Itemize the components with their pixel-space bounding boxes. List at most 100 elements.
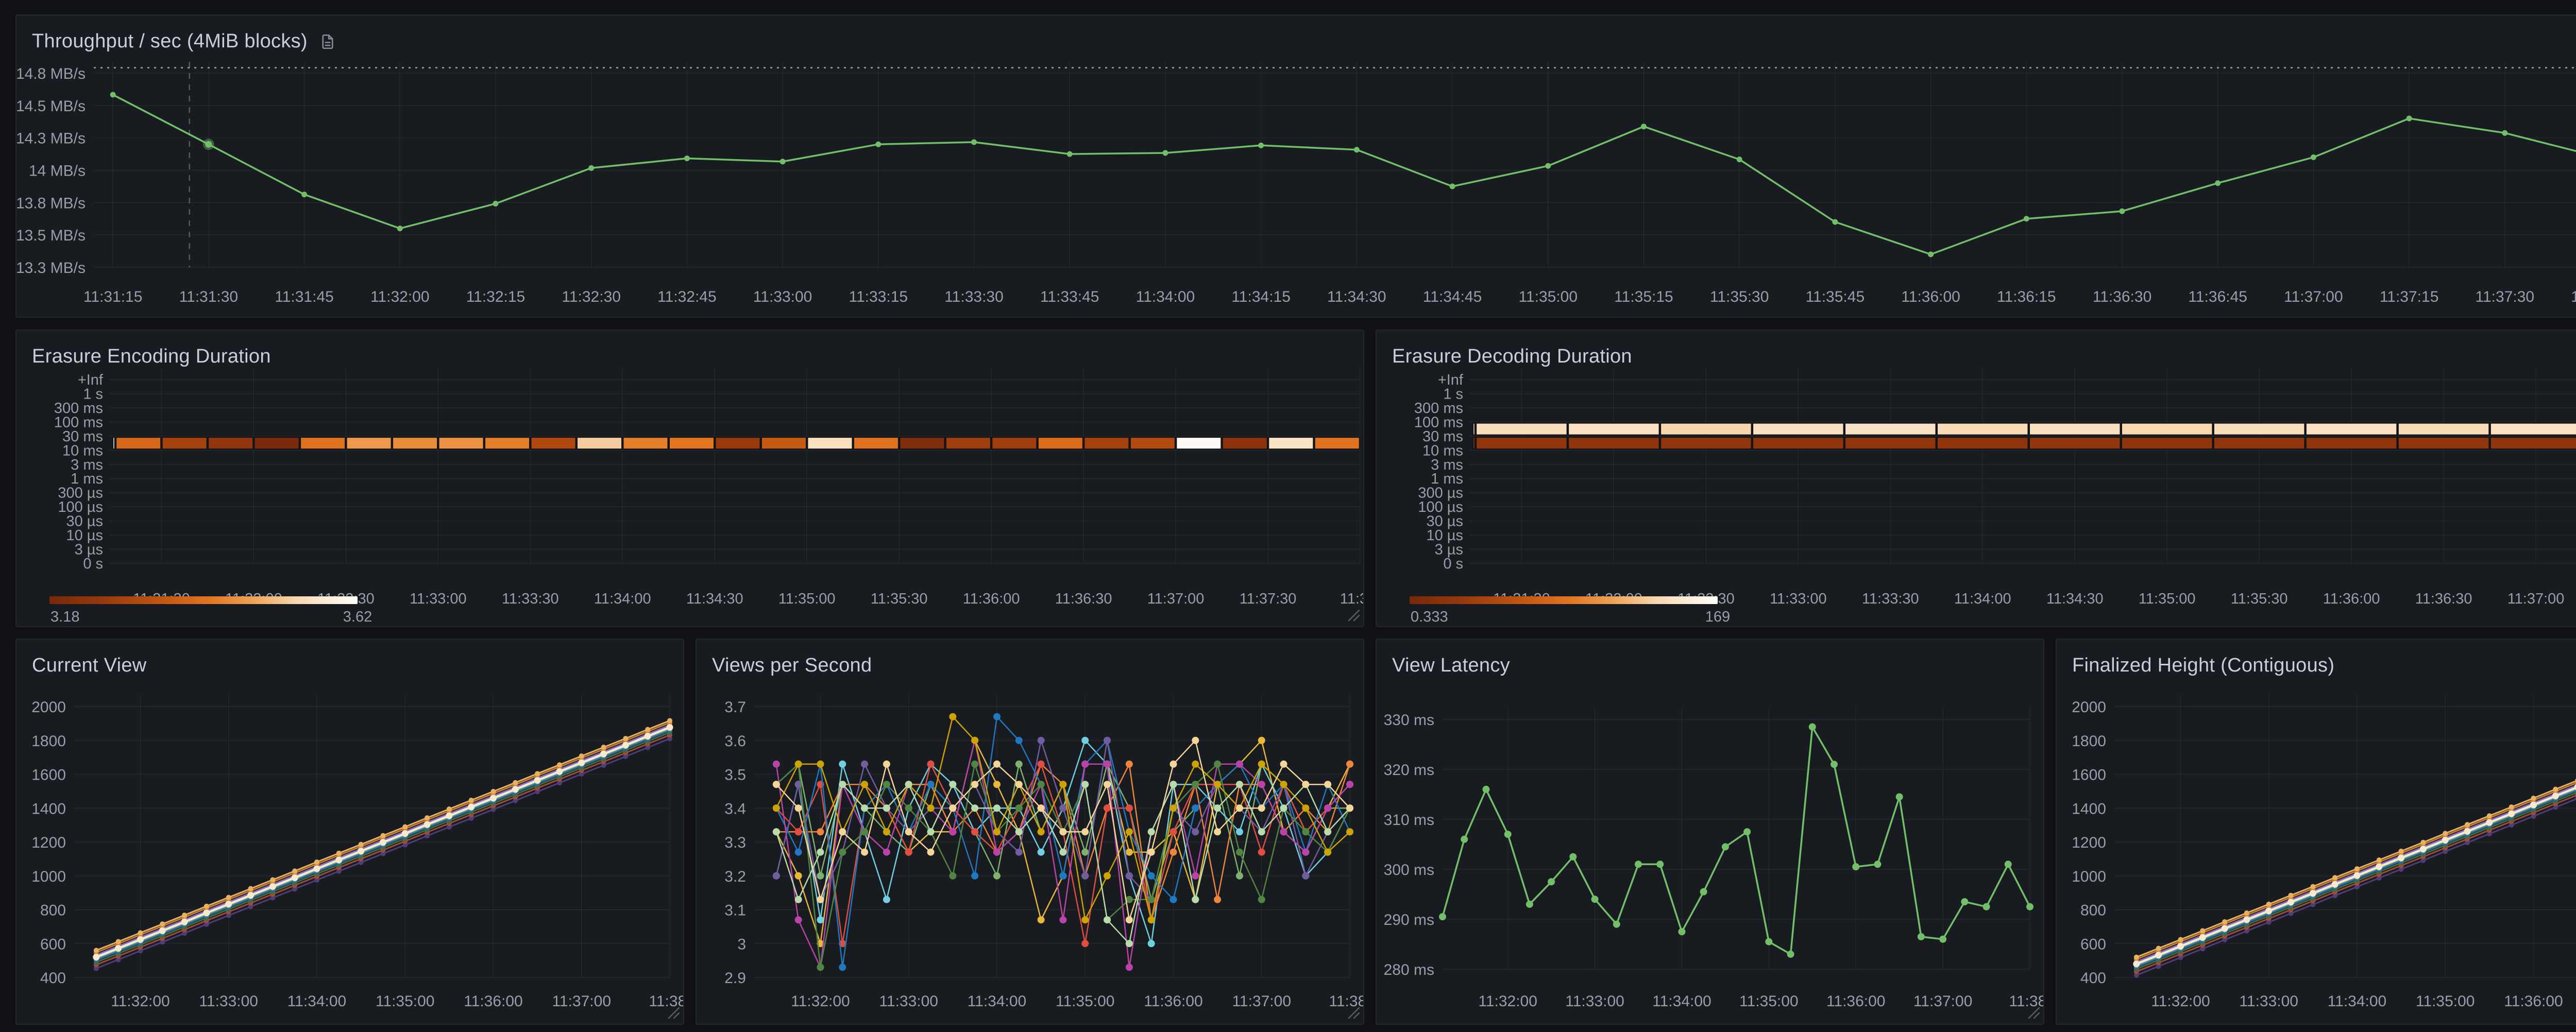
svg-text:11:37:30: 11:37:30	[1240, 591, 1297, 607]
color-gradient-bar	[49, 596, 358, 604]
panel-resize-handle[interactable]	[1347, 608, 1360, 624]
svg-text:600: 600	[2080, 936, 2106, 953]
panel-title[interactable]: Erasure Encoding Duration	[32, 346, 271, 368]
svg-text:11:34:30: 11:34:30	[686, 591, 743, 607]
erasure-encoding-heatmap[interactable]: +Inf1 s300 ms100 ms30 ms10 ms3 ms1 ms300…	[16, 331, 1364, 627]
x-axis: 11:31:1511:31:3011:31:4511:32:0011:32:15…	[83, 62, 2576, 305]
svg-text:1200: 1200	[31, 834, 66, 851]
panel-header[interactable]: Erasure Decoding Duration	[1377, 331, 2576, 375]
svg-text:3.4: 3.4	[724, 800, 746, 817]
y-axis: +Inf1 s300 ms100 ms30 ms10 ms3 ms1 ms300…	[1414, 372, 2576, 572]
svg-text:11:35:30: 11:35:30	[871, 591, 928, 607]
svg-text:11:35:00: 11:35:00	[2416, 993, 2475, 1010]
svg-text:11:34:00: 11:34:00	[594, 591, 651, 607]
legend-min-value: 0.333	[1411, 609, 1448, 626]
svg-text:11:37:00: 11:37:00	[2284, 288, 2343, 305]
series-node-9	[94, 736, 672, 971]
svg-text:600: 600	[40, 936, 66, 953]
svg-text:11:38:: 11:38:	[1340, 591, 1364, 607]
series-node-9	[773, 761, 1353, 971]
plot-area[interactable]	[1439, 724, 2033, 958]
svg-text:11:37:30: 11:37:30	[2476, 288, 2535, 305]
svg-text:11:31:45: 11:31:45	[275, 288, 334, 305]
svg-text:11:36:00: 11:36:00	[1901, 288, 1960, 305]
heatmap-cells[interactable]	[113, 437, 1360, 449]
svg-text:280 ms: 280 ms	[1384, 961, 1434, 978]
svg-text:1200: 1200	[2072, 834, 2106, 851]
plot-area[interactable]	[93, 718, 673, 971]
panel-resize-handle[interactable]	[1347, 1006, 1360, 1022]
svg-text:11:32:45: 11:32:45	[657, 288, 717, 305]
plot-area[interactable]	[2133, 725, 2576, 978]
svg-text:1800: 1800	[31, 733, 66, 750]
svg-text:11:33:30: 11:33:30	[1862, 591, 1919, 607]
views-per-second-chart[interactable]: 3.73.63.53.43.33.23.132.911:32:0011:33:0…	[697, 640, 1364, 1025]
panel-header[interactable]: Views per Second	[697, 640, 1363, 684]
panel-title[interactable]: Erasure Decoding Duration	[1392, 346, 1632, 368]
panel-title[interactable]: Views per Second	[712, 655, 872, 677]
panel-header[interactable]: Throughput / sec (4MiB blocks)	[16, 15, 2576, 60]
series-node-2	[94, 718, 672, 953]
panel-title[interactable]: View Latency	[1392, 655, 1510, 677]
svg-text:11:34:45: 11:34:45	[1423, 288, 1482, 305]
svg-text:11:35:00: 11:35:00	[376, 993, 435, 1010]
y-axis: 14.8 MB/s14.5 MB/s14.3 MB/s14 MB/s13.8 M…	[16, 65, 2576, 277]
panel-title[interactable]: Throughput / sec (4MiB blocks)	[32, 31, 308, 53]
plot-area[interactable]	[94, 62, 2576, 267]
svg-text:11:34:00: 11:34:00	[287, 993, 347, 1010]
svg-text:11:33:30: 11:33:30	[944, 288, 1004, 305]
current-view-chart[interactable]: 20001800160014001200100080060040011:32:0…	[16, 640, 684, 1025]
panel-resize-handle[interactable]	[667, 1006, 680, 1022]
svg-text:300 ms: 300 ms	[1384, 862, 1434, 879]
series-view-latency	[1439, 724, 2033, 958]
throughput-chart[interactable]: 14.8 MB/s14.5 MB/s14.3 MB/s14 MB/s13.8 M…	[16, 15, 2576, 318]
svg-text:11:37:00: 11:37:00	[552, 993, 611, 1010]
svg-text:3.1: 3.1	[724, 902, 746, 919]
legend-max-value: 3.62	[321, 609, 394, 626]
svg-text:11:35:00: 11:35:00	[2139, 591, 2196, 607]
svg-text:11:35:00: 11:35:00	[778, 591, 836, 607]
panel-header[interactable]: View Latency	[1377, 640, 2043, 684]
svg-text:11:36:30: 11:36:30	[1055, 591, 1112, 607]
svg-text:11:37:45: 11:37:45	[2571, 288, 2576, 305]
svg-text:11:33:00: 11:33:00	[879, 993, 938, 1010]
panel-header[interactable]: Finalized Height (Contiguous)	[2057, 640, 2576, 684]
svg-text:11:32:00: 11:32:00	[1478, 993, 1537, 1010]
svg-text:11:37:00: 11:37:00	[2507, 591, 2565, 607]
svg-text:11:34:30: 11:34:30	[2046, 591, 2104, 607]
panel-title[interactable]: Current View	[32, 655, 147, 677]
svg-text:3.5: 3.5	[724, 767, 746, 784]
svg-text:400: 400	[2080, 970, 2106, 987]
panel-title[interactable]: Finalized Height (Contiguous)	[2072, 655, 2334, 677]
series-throughput	[110, 92, 2576, 257]
panel-current-view: Current View 200018001600140012001000800…	[15, 639, 684, 1025]
svg-text:800: 800	[40, 902, 66, 919]
svg-text:11:33:30: 11:33:30	[502, 591, 559, 607]
svg-text:11:36:00: 11:36:00	[2504, 993, 2563, 1010]
svg-text:11:35:15: 11:35:15	[1614, 288, 1673, 305]
panel-erasure-encoding-duration: Erasure Encoding Duration +Inf1 s300 ms1…	[15, 330, 1364, 627]
svg-text:11:36:00: 11:36:00	[464, 993, 523, 1010]
svg-text:1000: 1000	[31, 868, 66, 885]
svg-text:11:31:15: 11:31:15	[83, 288, 143, 305]
svg-text:11:37:00: 11:37:00	[1147, 591, 1205, 607]
panel-header[interactable]: Erasure Encoding Duration	[16, 331, 1363, 375]
view-latency-chart[interactable]: 330 ms320 ms310 ms300 ms290 ms280 ms11:3…	[1377, 640, 2044, 1025]
highlighted-point	[205, 141, 212, 148]
svg-text:11:34:00: 11:34:00	[1136, 288, 1195, 305]
panel-description-icon[interactable]	[319, 33, 336, 50]
svg-text:11:32:15: 11:32:15	[466, 288, 526, 305]
svg-text:11:31:30: 11:31:30	[179, 288, 239, 305]
svg-text:13.5 MB/s: 13.5 MB/s	[16, 227, 86, 244]
panel-resize-handle[interactable]	[2027, 1006, 2040, 1022]
finalized-height-chart[interactable]: 20001800160014001200100080060040011:32:0…	[2057, 640, 2576, 1025]
svg-text:11:33:00: 11:33:00	[2239, 993, 2298, 1010]
svg-text:11:32:30: 11:32:30	[562, 288, 621, 305]
svg-text:11:36:00: 11:36:00	[1826, 993, 1886, 1010]
panel-header[interactable]: Current View	[16, 640, 683, 684]
legend-min-value: 3.18	[50, 609, 79, 626]
erasure-decoding-heatmap[interactable]: +Inf1 s300 ms100 ms30 ms10 ms3 ms1 ms300…	[1377, 331, 2576, 627]
x-axis: 11:32:0011:33:0011:34:0011:35:0011:36:00…	[2151, 695, 2576, 1010]
svg-text:0 s: 0 s	[1443, 556, 1463, 572]
color-gradient-bar	[1410, 596, 1718, 604]
